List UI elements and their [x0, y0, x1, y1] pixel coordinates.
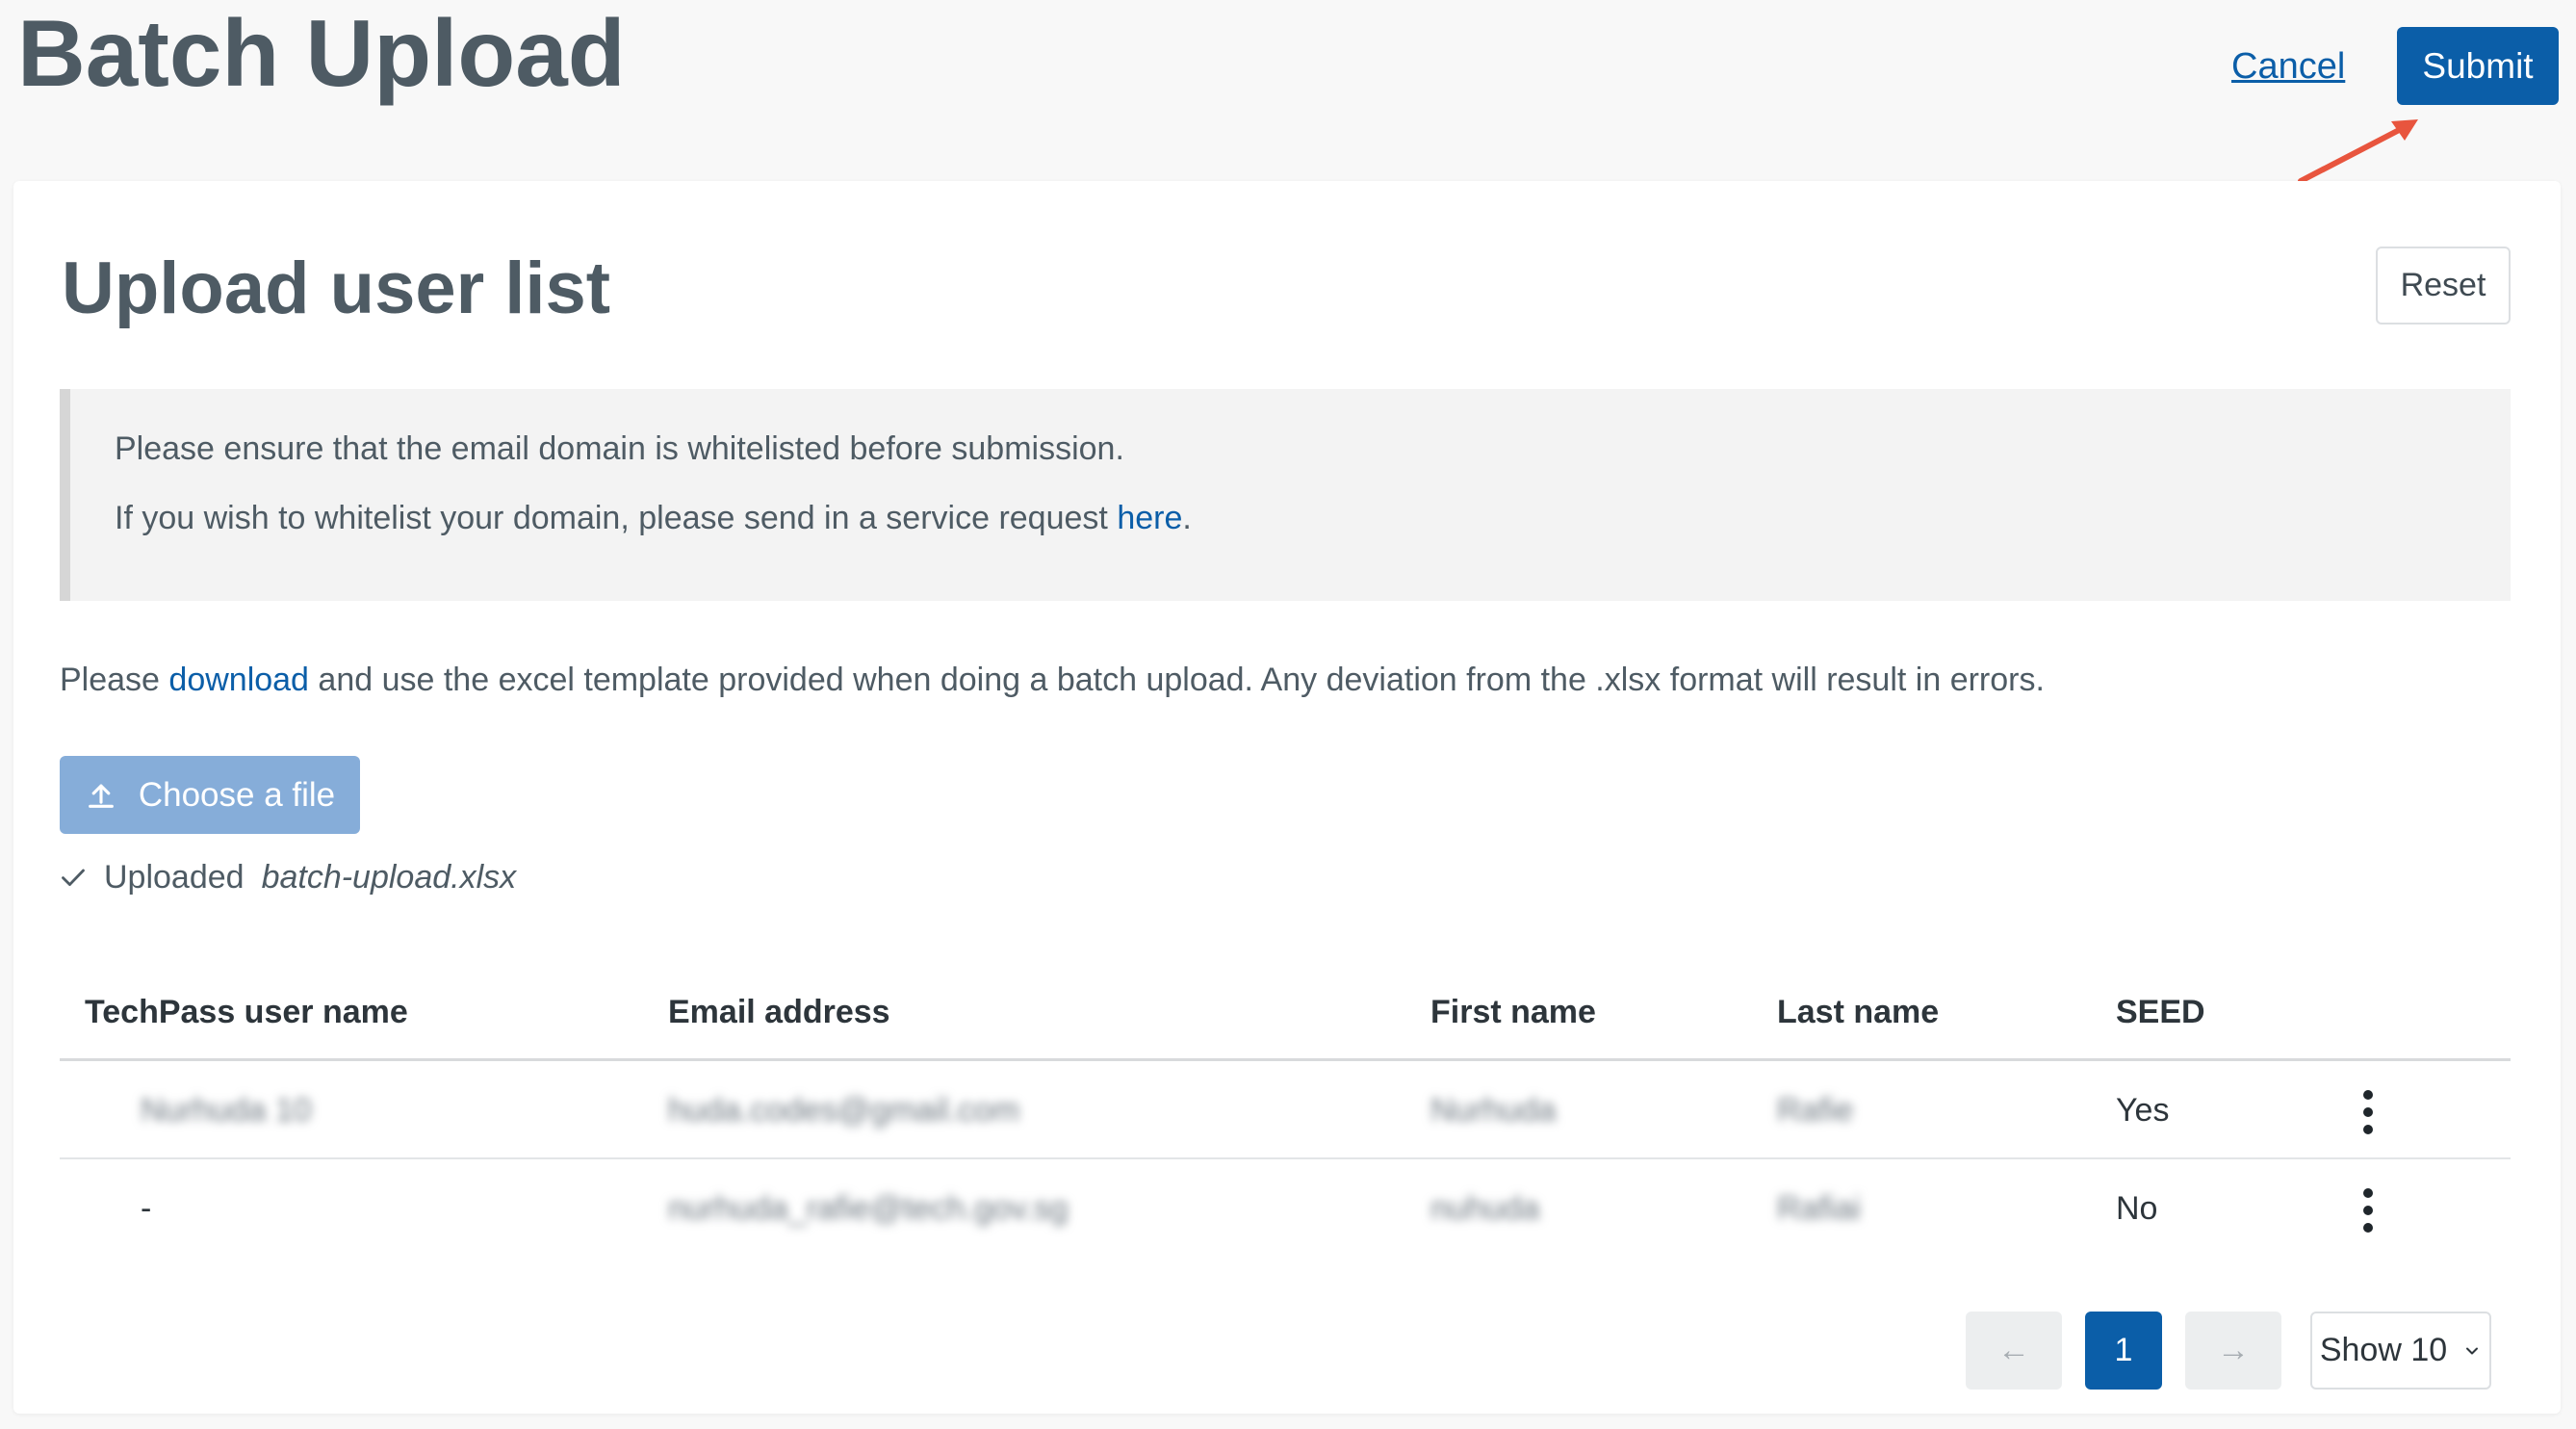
page-1-button[interactable]: 1 [2085, 1312, 2162, 1390]
annotation-arrow-icon [2298, 119, 2418, 184]
desc-prefix: Please [60, 662, 169, 698]
column-header-last-name: Last name [1777, 994, 1940, 1030]
cell-seed: No [2116, 1190, 2158, 1227]
service-request-link[interactable]: here [1117, 500, 1182, 536]
download-template-link[interactable]: download [168, 662, 309, 698]
upload-status: Uploaded batch-upload.xlsx [60, 853, 516, 901]
cell-email: nurhuda_rafie@tech.gov.sg [668, 1190, 1069, 1227]
page-size-label: Show 10 [2319, 1332, 2448, 1368]
upload-icon [88, 784, 114, 808]
notice-text: If you wish to whitelist your domain, pl… [115, 500, 1118, 536]
reset-button[interactable]: Reset [2376, 247, 2511, 325]
notice-line-1: Please ensure that the email domain is w… [115, 430, 1124, 467]
notice-period: . [1182, 500, 1192, 536]
arrow-left-icon: ← [1997, 1332, 2030, 1368]
cell-username: - [141, 1190, 152, 1227]
cell-first-name: nuhuda [1430, 1190, 1540, 1227]
choose-file-label: Choose a file [138, 775, 336, 814]
table-row: Nurhuda 10 huda.codes@gmail.com Nurhuda … [60, 1061, 2511, 1159]
page-size-select[interactable]: Show 10 [2310, 1312, 2491, 1390]
card-title: Upload user list [62, 247, 611, 329]
page-title: Batch Upload [17, 0, 626, 106]
previous-page-button[interactable]: ← [1966, 1312, 2062, 1390]
chevron-down-icon [2466, 1347, 2479, 1354]
upload-card: Upload user list Reset Please ensure tha… [13, 181, 2561, 1414]
choose-file-button[interactable]: Choose a file [60, 756, 360, 834]
cell-username: Nurhuda 10 [141, 1092, 312, 1129]
uploaded-prefix: Uploaded [104, 859, 245, 896]
cell-email: huda.codes@gmail.com [668, 1092, 1020, 1129]
kebab-menu-icon[interactable] [2357, 1090, 2380, 1134]
cell-last-name: Rafie [1777, 1092, 1854, 1129]
cancel-link[interactable]: Cancel [2231, 39, 2345, 94]
column-header-email: Email address [668, 994, 890, 1030]
next-page-button[interactable]: → [2185, 1312, 2281, 1390]
cell-first-name: Nurhuda [1430, 1092, 1557, 1129]
table-row: - nurhuda_rafie@tech.gov.sg nuhuda Rafia… [60, 1159, 2511, 1258]
arrow-right-icon: → [2217, 1332, 2250, 1368]
column-header-first-name: First name [1430, 994, 1596, 1030]
check-icon [62, 869, 85, 886]
template-description: Please download and use the excel templa… [60, 656, 2045, 704]
notice-line-2: If you wish to whitelist your domain, pl… [115, 495, 1192, 541]
whitelist-notice: Please ensure that the email domain is w… [60, 389, 2511, 601]
cell-seed: Yes [2116, 1092, 2170, 1129]
kebab-menu-icon[interactable] [2357, 1188, 2380, 1233]
column-header-username: TechPass user name [85, 994, 408, 1030]
column-header-seed: SEED [2116, 994, 2205, 1030]
uploaded-filename: batch-upload.xlsx [261, 859, 517, 896]
cell-last-name: Rafiai [1777, 1190, 1861, 1227]
desc-suffix: and use the excel template provided when… [308, 662, 2045, 698]
table-header: TechPass user name Email address First n… [60, 971, 2511, 1061]
user-table: TechPass user name Email address First n… [60, 971, 2511, 1258]
submit-button[interactable]: Submit [2397, 27, 2559, 105]
